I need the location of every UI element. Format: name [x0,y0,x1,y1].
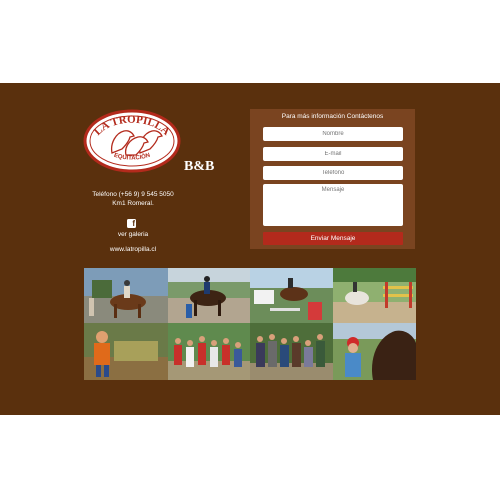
submit-button[interactable]: Enviar Mensaje [263,232,403,245]
horse-riding-lesson-photo[interactable] [84,268,168,323]
phone-field[interactable] [263,166,403,180]
horse-rider-photo[interactable] [168,268,250,323]
jumping-arena-photo[interactable] [333,268,416,323]
photo-gallery [84,268,416,380]
bnb-label: B&B [184,159,215,174]
message-field[interactable] [263,184,403,226]
address-text: Km1 Romeral. [112,200,154,207]
family-group-photo[interactable] [250,323,333,380]
kids-group-photo[interactable] [168,323,250,380]
facebook-icon[interactable]: f [127,219,136,228]
website-link[interactable]: www.latropilla.cl [88,246,178,253]
contact-form: Para más información Contáctenos Enviar … [250,109,415,249]
child-hay-photo[interactable] [84,323,168,380]
show-jumping-photo[interactable] [250,268,333,323]
name-field[interactable] [263,127,403,141]
main-panel: LA TROPILLA EQUITACIÓN B&B Teléfono (+56… [0,83,500,415]
gallery-link[interactable]: ver galeria [88,231,178,238]
form-title: Para más información Contáctenos [281,113,384,120]
phone-text: Teléfono (+56 9) 9 545 5050 [92,191,174,198]
logo: LA TROPILLA EQUITACIÓN [82,105,194,173]
email-field[interactable] [263,147,403,161]
child-with-horse-photo[interactable] [333,323,416,380]
